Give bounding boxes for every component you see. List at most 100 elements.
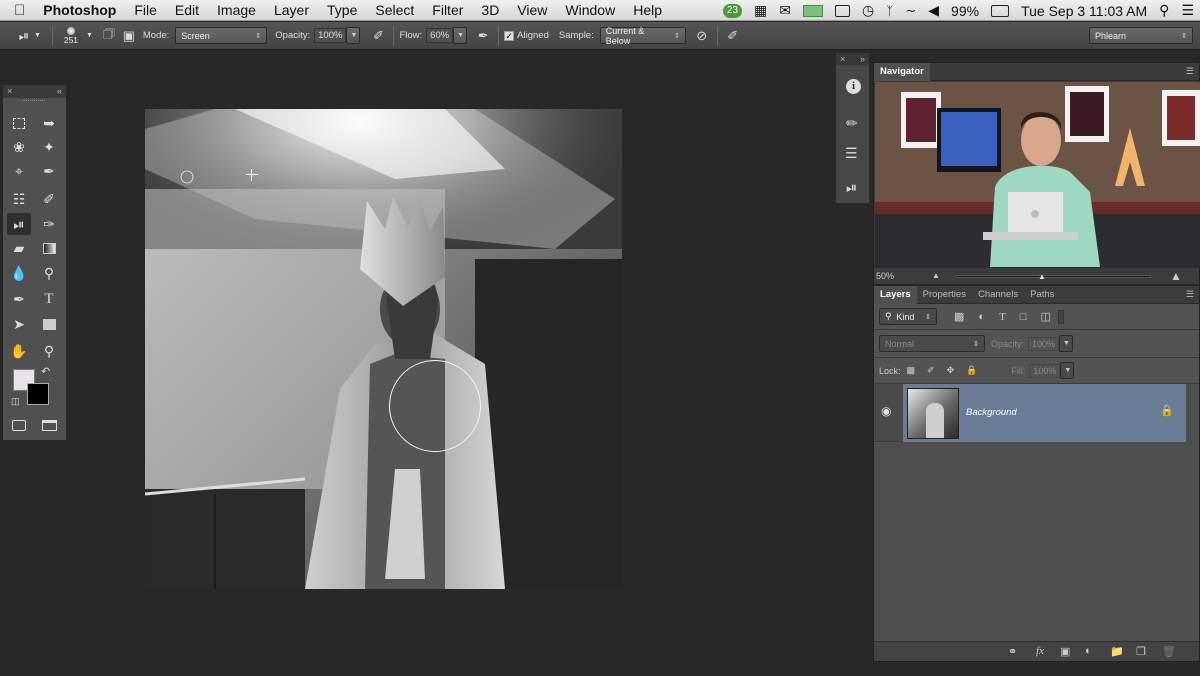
- brush-picker-arrow-icon[interactable]: ▼: [86, 32, 93, 39]
- tab-properties[interactable]: Properties: [917, 286, 972, 304]
- quick-mask-icon[interactable]: [7, 414, 31, 436]
- ignore-adjustment-layers-icon[interactable]: ⊘: [692, 26, 712, 46]
- apple-menu-icon[interactable]: : [0, 2, 34, 19]
- layer-opacity-value[interactable]: 100%: [1028, 336, 1060, 351]
- clone-source-icon[interactable]: ⏯: [846, 179, 857, 196]
- filter-toggle[interactable]: [1057, 309, 1064, 324]
- add-mask-icon[interactable]: ▣: [1060, 645, 1070, 658]
- pen-tool-icon[interactable]: ✒: [7, 288, 31, 310]
- path-selection-tool-icon[interactable]: ➤: [7, 313, 31, 335]
- gradient-tool-icon[interactable]: [37, 237, 61, 259]
- airbrush-icon[interactable]: ✒: [473, 26, 493, 46]
- menu-select[interactable]: Select: [366, 2, 423, 18]
- clock[interactable]: Tue Sep 3 11:03 AM: [1021, 3, 1147, 19]
- crop-tool-icon[interactable]: ⌖: [7, 160, 31, 182]
- airplay-icon[interactable]: [834, 4, 850, 17]
- lasso-tool-icon[interactable]: ❀: [7, 136, 31, 158]
- evernote-badge-icon[interactable]: 23: [722, 3, 742, 18]
- type-tool-icon[interactable]: T: [37, 288, 61, 310]
- mode-dropdown[interactable]: Screen ⇕: [175, 27, 268, 44]
- screen-mode-icon[interactable]: [37, 414, 61, 436]
- lock-all-icon[interactable]: 🔒: [966, 365, 977, 376]
- menu-file[interactable]: File: [125, 2, 166, 18]
- eraser-tool-icon[interactable]: ▰: [7, 237, 31, 259]
- pressure-opacity-icon[interactable]: ✐: [368, 26, 388, 46]
- lock-pixels-icon[interactable]: ✐: [927, 365, 935, 376]
- flow-slider-button[interactable]: ▼: [453, 27, 468, 44]
- menu-filter[interactable]: Filter: [423, 2, 472, 18]
- navigator-preview[interactable]: [875, 82, 1200, 267]
- default-colors-icon[interactable]: ◫: [11, 396, 20, 407]
- battery-percent[interactable]: 99%: [951, 3, 979, 19]
- collapse-icon[interactable]: «: [57, 85, 62, 98]
- blur-tool-icon[interactable]: 💧: [7, 262, 31, 284]
- spot-healing-tool-icon[interactable]: ☷: [7, 188, 31, 210]
- zoom-slider[interactable]: [956, 275, 1151, 278]
- layer-opacity-slider-button[interactable]: ▼: [1059, 335, 1074, 352]
- close-icon[interactable]: ×: [7, 85, 12, 98]
- fill-value[interactable]: 100%: [1029, 363, 1061, 378]
- eyedropper-tool-icon[interactable]: ✒: [37, 160, 61, 182]
- tab-channels[interactable]: Channels: [972, 286, 1024, 304]
- opacity-slider-button[interactable]: ▼: [346, 27, 361, 44]
- layer-name[interactable]: Background: [966, 407, 1017, 418]
- monitor-icon[interactable]: [802, 4, 823, 17]
- document-canvas[interactable]: [145, 109, 622, 589]
- brush-tool-icon[interactable]: ✐: [37, 188, 61, 210]
- menu-image[interactable]: Image: [208, 2, 265, 18]
- move-tool-icon[interactable]: ➥: [37, 112, 61, 134]
- panel-grip[interactable]: [23, 100, 45, 103]
- zoom-in-icon[interactable]: ▲: [1170, 269, 1182, 283]
- aligned-checkbox[interactable]: ✓: [504, 30, 515, 41]
- adjustments-icon[interactable]: ☰: [845, 145, 858, 162]
- history-brush-tool-icon[interactable]: ✑: [37, 213, 61, 235]
- menu-help[interactable]: Help: [624, 2, 671, 18]
- tool-preset-arrow-icon[interactable]: ▼: [34, 32, 41, 39]
- close-icon[interactable]: ×: [840, 54, 845, 64]
- clone-source-panel-icon[interactable]: ▣: [119, 26, 139, 46]
- filter-kind-dropdown[interactable]: ⚲ Kind ⇕: [879, 308, 937, 325]
- tool-presets-icon[interactable]: ✏: [846, 115, 858, 132]
- zoom-out-icon[interactable]: ▲: [932, 271, 940, 280]
- volume-icon[interactable]: ◀: [928, 2, 939, 19]
- hand-tool-icon[interactable]: ✋: [7, 340, 31, 362]
- pressure-size-icon[interactable]: ✐: [723, 26, 743, 46]
- dodge-tool-icon[interactable]: ⚲: [37, 262, 61, 284]
- layer-thumbnail[interactable]: [907, 388, 959, 439]
- wifi-icon[interactable]: ∼: [905, 3, 916, 19]
- time-machine-icon[interactable]: ◷: [862, 2, 874, 19]
- sample-dropdown[interactable]: Current & Below ⇕: [599, 26, 686, 46]
- filter-adjustment-icon[interactable]: ◐: [978, 311, 985, 323]
- filter-smart-object-icon[interactable]: ◫: [1040, 310, 1050, 323]
- zoom-tool-icon[interactable]: ⚲: [37, 340, 61, 362]
- grid-icon[interactable]: ▦: [754, 2, 767, 19]
- menu-window[interactable]: Window: [556, 2, 624, 18]
- delete-layer-icon[interactable]: 🗑: [1162, 645, 1176, 658]
- clone-stamp-tool-icon[interactable]: ⏯: [7, 213, 31, 235]
- zoom-slider-handle-icon[interactable]: ▲: [1038, 272, 1046, 281]
- tab-layers[interactable]: Layers: [874, 285, 917, 304]
- filter-shape-icon[interactable]: □: [1020, 311, 1027, 323]
- adjustment-layer-icon[interactable]: ◐: [1085, 645, 1092, 657]
- marquee-tool-icon[interactable]: [7, 112, 31, 134]
- link-layers-icon[interactable]: ⚭: [1008, 645, 1017, 658]
- new-layer-icon[interactable]: ❐: [1136, 645, 1146, 658]
- layer-style-fx-icon[interactable]: fx: [1036, 645, 1044, 657]
- canvas-image[interactable]: [145, 109, 622, 589]
- tab-navigator[interactable]: Navigator: [874, 62, 930, 81]
- brush-panel-icon[interactable]: 🗇: [99, 26, 119, 46]
- battery-icon[interactable]: [991, 4, 1010, 17]
- rectangle-tool-icon[interactable]: [37, 313, 61, 335]
- menu-type[interactable]: Type: [318, 2, 366, 18]
- panel-menu-icon[interactable]: ☰: [1186, 66, 1194, 77]
- background-color-swatch[interactable]: [27, 383, 49, 405]
- menu-edit[interactable]: Edit: [166, 2, 208, 18]
- menu-layer[interactable]: Layer: [265, 2, 318, 18]
- flow-value[interactable]: 60%: [426, 28, 454, 43]
- opacity-value[interactable]: 100%: [314, 28, 347, 43]
- tab-paths[interactable]: Paths: [1024, 286, 1060, 304]
- panel-menu-icon[interactable]: ☰: [1186, 289, 1194, 300]
- bluetooth-icon[interactable]: ᛉ: [886, 4, 893, 18]
- layer-row-background[interactable]: ◉ Background 🔒: [874, 384, 1186, 442]
- hangouts-icon[interactable]: ✉: [779, 2, 791, 19]
